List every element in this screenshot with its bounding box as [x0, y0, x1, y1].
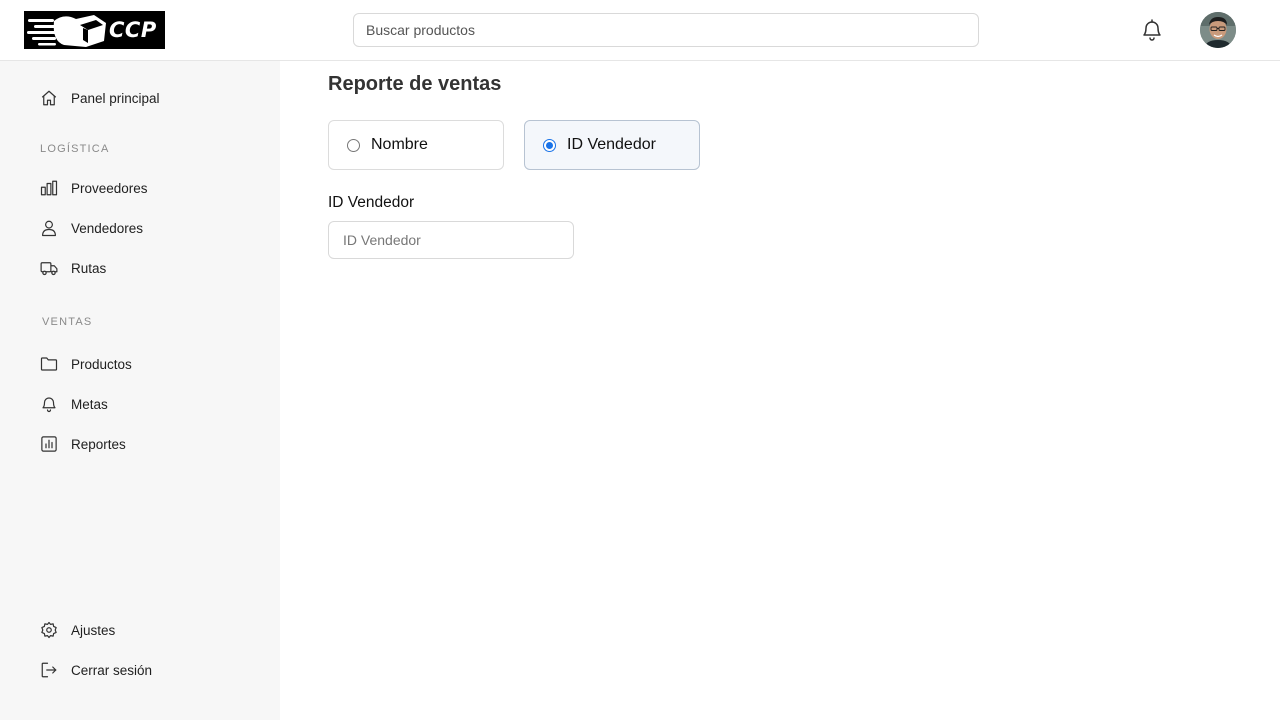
bell-icon — [40, 395, 58, 413]
sidebar-item-metas[interactable]: Metas — [40, 392, 108, 416]
section-label-ventas: VENTAS — [42, 316, 93, 328]
gear-icon — [40, 621, 58, 639]
sidebar-item-reportes[interactable]: Reportes — [40, 432, 126, 456]
sidebar-item-label: Proveedores — [71, 180, 148, 196]
radio-option-nombre[interactable]: Nombre — [328, 120, 504, 170]
radio-button[interactable] — [543, 138, 556, 152]
sidebar-item-label: Panel principal — [71, 90, 160, 106]
sidebar: Panel principal LOGÍSTICA Proveedores Ve… — [0, 61, 280, 720]
report-chart-icon — [40, 435, 58, 453]
search-input[interactable] — [354, 14, 978, 46]
id-vendedor-input[interactable] — [329, 222, 573, 258]
sidebar-item-label: Productos — [71, 356, 132, 372]
page-title: Reporte de ventas — [328, 73, 502, 95]
sidebar-item-label: Rutas — [71, 260, 107, 276]
search-box[interactable] — [353, 13, 979, 47]
home-icon — [40, 89, 58, 107]
truck-icon — [40, 259, 58, 277]
sidebar-item-proveedores[interactable]: Proveedores — [40, 176, 148, 200]
sidebar-item-cerrar-sesion[interactable]: Cerrar sesión — [40, 658, 152, 682]
radio-option-id-vendedor[interactable]: ID Vendedor — [524, 120, 700, 170]
sidebar-item-rutas[interactable]: Rutas — [40, 256, 106, 280]
user-icon — [40, 219, 58, 237]
bar-chart-icon — [40, 179, 58, 197]
top-bar: CCP — [0, 0, 1280, 61]
radio-label: Nombre — [371, 136, 428, 153]
sidebar-item-productos[interactable]: Productos — [40, 352, 132, 376]
section-label-logistica: LOGÍSTICA — [40, 143, 110, 155]
sidebar-item-label: Vendedores — [71, 220, 144, 236]
folder-icon — [40, 355, 58, 373]
id-vendedor-field-wrapper[interactable] — [328, 221, 574, 259]
sidebar-item-label: Reportes — [71, 436, 126, 452]
radio-button[interactable] — [347, 138, 360, 152]
sidebar-item-panel-principal[interactable]: Panel principal — [40, 86, 160, 110]
logout-icon — [40, 661, 58, 679]
logo-text: CCP — [109, 18, 157, 42]
sidebar-item-vendedores[interactable]: Vendedores — [40, 216, 143, 240]
sidebar-item-label: Cerrar sesión — [71, 662, 153, 678]
sidebar-item-ajustes[interactable]: Ajustes — [40, 618, 115, 642]
sidebar-item-label: Ajustes — [71, 622, 116, 638]
user-avatar[interactable] — [1200, 12, 1236, 48]
notifications-bell-icon[interactable] — [1140, 18, 1164, 42]
radio-label: ID Vendedor — [567, 136, 656, 153]
id-vendedor-label: ID Vendedor — [328, 194, 415, 211]
sidebar-item-label: Metas — [71, 396, 108, 412]
ccp-logo[interactable]: CCP — [24, 11, 165, 49]
